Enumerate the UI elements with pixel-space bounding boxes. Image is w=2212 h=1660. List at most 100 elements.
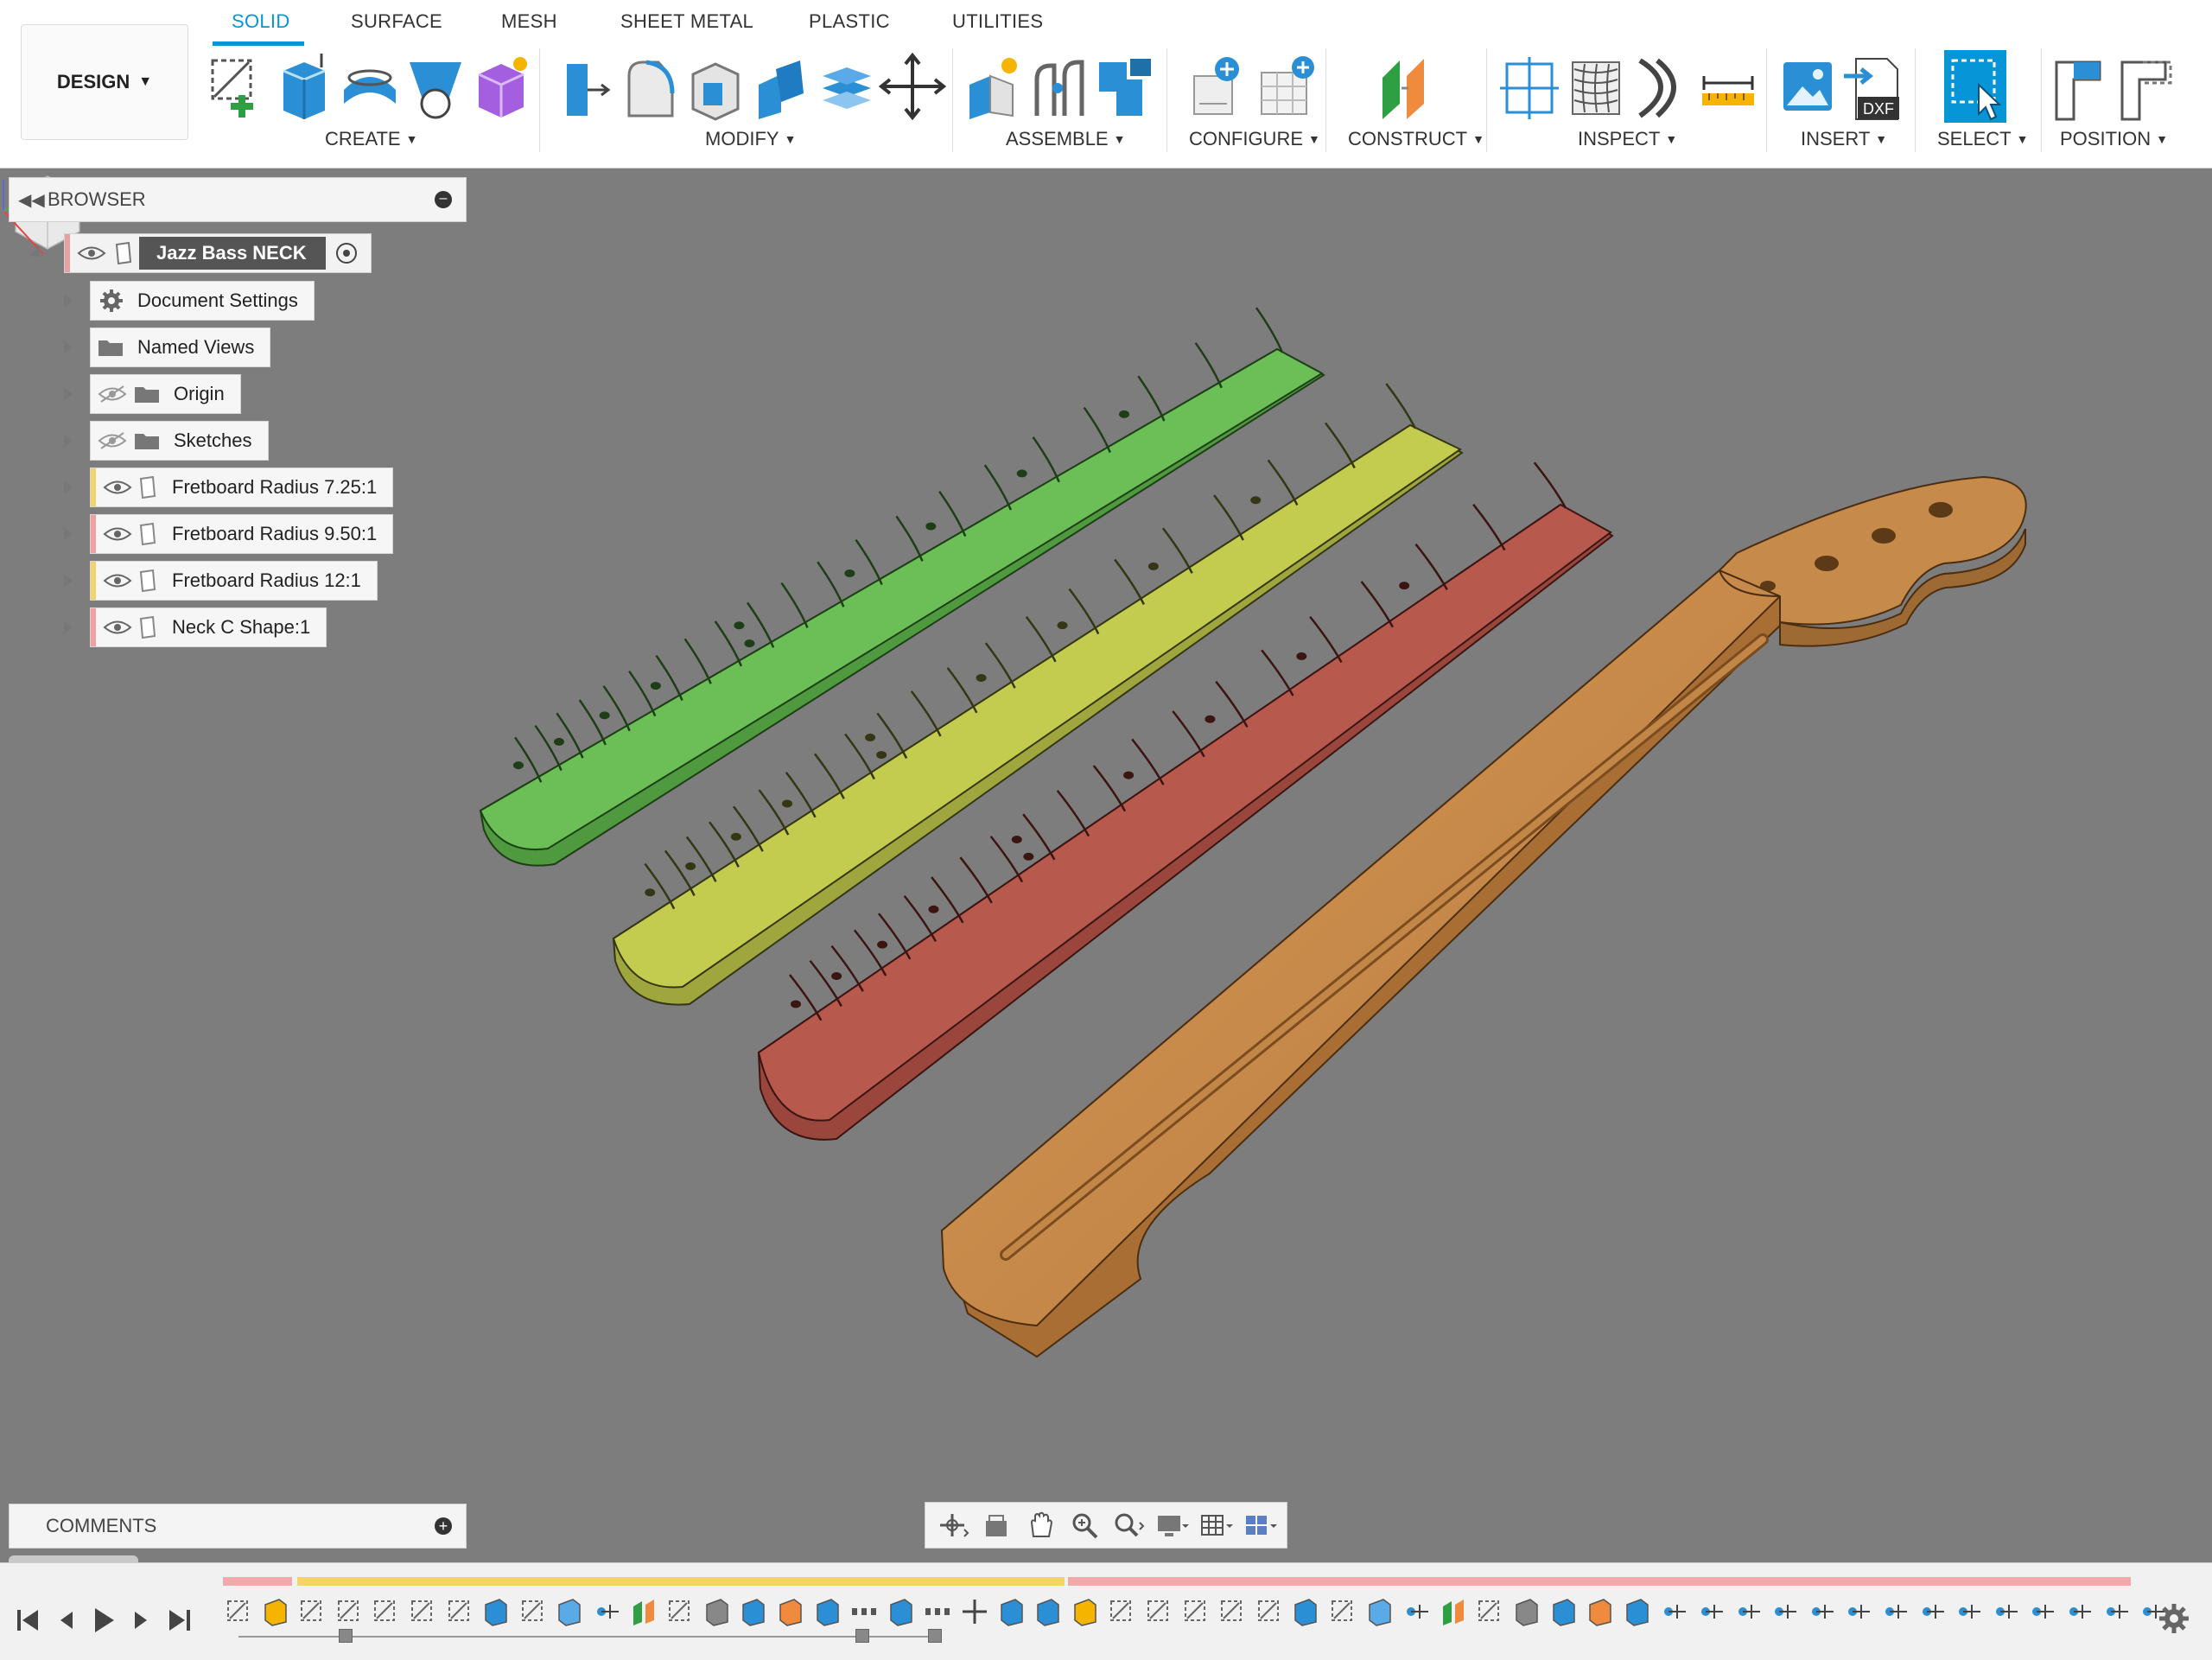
timeline-feature-extrude-icon[interactable] <box>479 1594 513 1629</box>
timeline-feature-joint-icon[interactable] <box>1694 1594 1728 1629</box>
timeline-feature-extrude-icon[interactable] <box>995 1594 1029 1629</box>
tab-mesh[interactable]: MESH <box>501 10 557 33</box>
step-back-button[interactable] <box>50 1603 81 1638</box>
fillet-icon[interactable] <box>615 50 684 123</box>
timeline-feature-sketch-icon[interactable] <box>405 1594 440 1629</box>
timeline-feature-pattern-icon[interactable] <box>847 1594 881 1629</box>
position-menu[interactable]: POSITION ▼ <box>2060 128 2168 150</box>
timeline-feature-joint-icon[interactable] <box>2062 1594 2096 1629</box>
double-chevron-left-icon[interactable]: ◀◀ <box>18 189 48 211</box>
display-settings-button[interactable] <box>1153 1509 1191 1542</box>
timeline-feature-sketch-icon[interactable] <box>1179 1594 1213 1629</box>
timeline-feature-sketch-icon[interactable] <box>1141 1594 1176 1629</box>
insert-dxf-icon[interactable]: DXF <box>1840 50 1910 123</box>
section-analysis-icon[interactable] <box>1497 50 1566 123</box>
timeline-feature-body-icon[interactable] <box>773 1594 808 1629</box>
timeline-feature-extrude-icon[interactable] <box>884 1594 918 1629</box>
browser-item-neck-c-shape[interactable]: Neck C Shape:1 <box>90 607 327 647</box>
go-to-end-button[interactable] <box>164 1603 195 1638</box>
timeline-feature-joint-icon[interactable] <box>589 1594 624 1629</box>
browser-panel-header[interactable]: ◀◀ BROWSER – <box>9 177 467 222</box>
play-button[interactable] <box>88 1603 119 1638</box>
expand-arrow-icon[interactable] <box>64 387 73 401</box>
eye-hidden-icon[interactable] <box>98 431 127 450</box>
timeline-feature-sketch-icon[interactable] <box>442 1594 477 1629</box>
timeline-feature-joint-b-icon[interactable] <box>700 1594 734 1629</box>
timeline-feature-joint-icon[interactable] <box>2099 1594 2133 1629</box>
curvature-comb-icon[interactable] <box>1628 50 1697 123</box>
expand-arrow-icon[interactable] <box>64 527 73 541</box>
timeline-feature-sketch-icon[interactable] <box>1325 1594 1360 1629</box>
timeline-feature-split-icon[interactable] <box>810 1594 845 1629</box>
construct-menu[interactable]: CONSTRUCT ▼ <box>1348 128 1484 150</box>
browser-item-fretboard-radius-7-25[interactable]: Fretboard Radius 7.25:1 <box>90 467 394 507</box>
timeline-feature-move-icon[interactable] <box>957 1594 992 1629</box>
eye-icon[interactable] <box>103 618 132 637</box>
timeline-feature-sketch-icon[interactable] <box>663 1594 697 1629</box>
revolve-icon[interactable] <box>335 50 404 123</box>
inspect-menu[interactable]: INSPECT ▼ <box>1578 128 1677 150</box>
timeline-feature-plane-icon[interactable] <box>626 1594 661 1629</box>
timeline-feature-form-icon[interactable] <box>1068 1594 1103 1629</box>
revert-position-icon[interactable] <box>2113 50 2183 123</box>
expand-arrow-icon[interactable] <box>64 340 73 354</box>
browser-item-named-views[interactable]: Named Views <box>90 328 271 367</box>
model-canvas[interactable] <box>0 168 2212 1555</box>
timeline-feature-joint-icon[interactable] <box>1731 1594 1765 1629</box>
timeline-feature-sketch-icon[interactable] <box>1472 1594 1507 1629</box>
insert-image-icon[interactable] <box>1775 50 1844 123</box>
go-to-start-button[interactable] <box>12 1603 43 1638</box>
timeline-feature-joint-icon[interactable] <box>1399 1594 1433 1629</box>
browser-item-fretboard-radius-12[interactable]: Fretboard Radius 12:1 <box>90 561 378 601</box>
timeline-marker[interactable] <box>855 1629 869 1643</box>
timeline-feature-offset-icon[interactable] <box>552 1594 587 1629</box>
browser-root-node[interactable]: Jazz Bass NECK <box>64 233 372 273</box>
browser-item-document-settings[interactable]: Document Settings <box>90 281 315 321</box>
timeline-feature-sketch-icon[interactable] <box>221 1594 256 1629</box>
eye-icon[interactable] <box>103 478 132 497</box>
combine-icon[interactable] <box>747 50 816 123</box>
tab-surface[interactable]: SURFACE <box>351 10 442 33</box>
timeline-feature-extrude-icon[interactable] <box>1547 1594 1581 1629</box>
configuration-table-icon[interactable] <box>1253 50 1322 123</box>
offset-plane-icon[interactable] <box>1374 50 1443 123</box>
configure-icon[interactable] <box>1187 50 1256 123</box>
root-component-name[interactable]: Jazz Bass NECK <box>139 237 326 270</box>
browser-item-fretboard-radius-9-50[interactable]: Fretboard Radius 9.50:1 <box>90 514 394 554</box>
zebra-analysis-icon[interactable] <box>1562 50 1631 123</box>
timeline-feature-extrude-icon[interactable] <box>736 1594 771 1629</box>
plus-circle-icon[interactable]: + <box>435 1517 452 1535</box>
timeline-feature-body-icon[interactable] <box>1583 1594 1618 1629</box>
tab-sheet-metal[interactable]: SHEET METAL <box>620 10 753 33</box>
step-forward-button[interactable] <box>126 1603 157 1638</box>
3d-viewport[interactable] <box>0 168 2212 1555</box>
expand-arrow-icon[interactable] <box>64 480 73 494</box>
timeline-feature-joint-icon[interactable] <box>1878 1594 1912 1629</box>
expand-arrow-icon[interactable] <box>64 434 73 448</box>
timeline-feature-extrude-icon[interactable] <box>1031 1594 1065 1629</box>
timeline-marker[interactable] <box>339 1629 353 1643</box>
comments-panel[interactable]: COMMENTS + <box>9 1504 467 1549</box>
select-icon[interactable] <box>1941 50 2010 123</box>
timeline-feature-plane-icon[interactable] <box>1436 1594 1471 1629</box>
workspace-switcher[interactable]: DESIGN ▼ <box>21 24 188 140</box>
pan-button[interactable] <box>1021 1509 1059 1542</box>
minus-circle-icon[interactable]: – <box>435 191 452 208</box>
timeline-feature-sketch-icon[interactable] <box>295 1594 329 1629</box>
timeline-feature-pattern-icon[interactable] <box>920 1594 955 1629</box>
timeline-feature-joint-icon[interactable] <box>1915 1594 1949 1629</box>
timeline-feature-joint-icon[interactable] <box>1656 1594 1691 1629</box>
timeline-marker[interactable] <box>928 1629 942 1643</box>
timeline-feature-offset-icon[interactable] <box>1363 1594 1397 1629</box>
activate-radio-icon[interactable] <box>335 243 357 264</box>
timeline-feature-joint-icon[interactable] <box>1767 1594 1802 1629</box>
timeline-feature-joint-b-icon[interactable] <box>1510 1594 1544 1629</box>
timeline-feature-sketch-icon[interactable] <box>332 1594 366 1629</box>
eye-hidden-icon[interactable] <box>98 385 127 404</box>
select-menu[interactable]: SELECT ▼ <box>1937 128 2028 150</box>
look-at-button[interactable] <box>977 1509 1015 1542</box>
create-form-icon[interactable] <box>467 50 536 123</box>
tab-plastic[interactable]: PLASTIC <box>809 10 890 33</box>
timeline-feature-sketch-icon[interactable] <box>368 1594 403 1629</box>
move-copy-icon[interactable] <box>878 50 947 123</box>
